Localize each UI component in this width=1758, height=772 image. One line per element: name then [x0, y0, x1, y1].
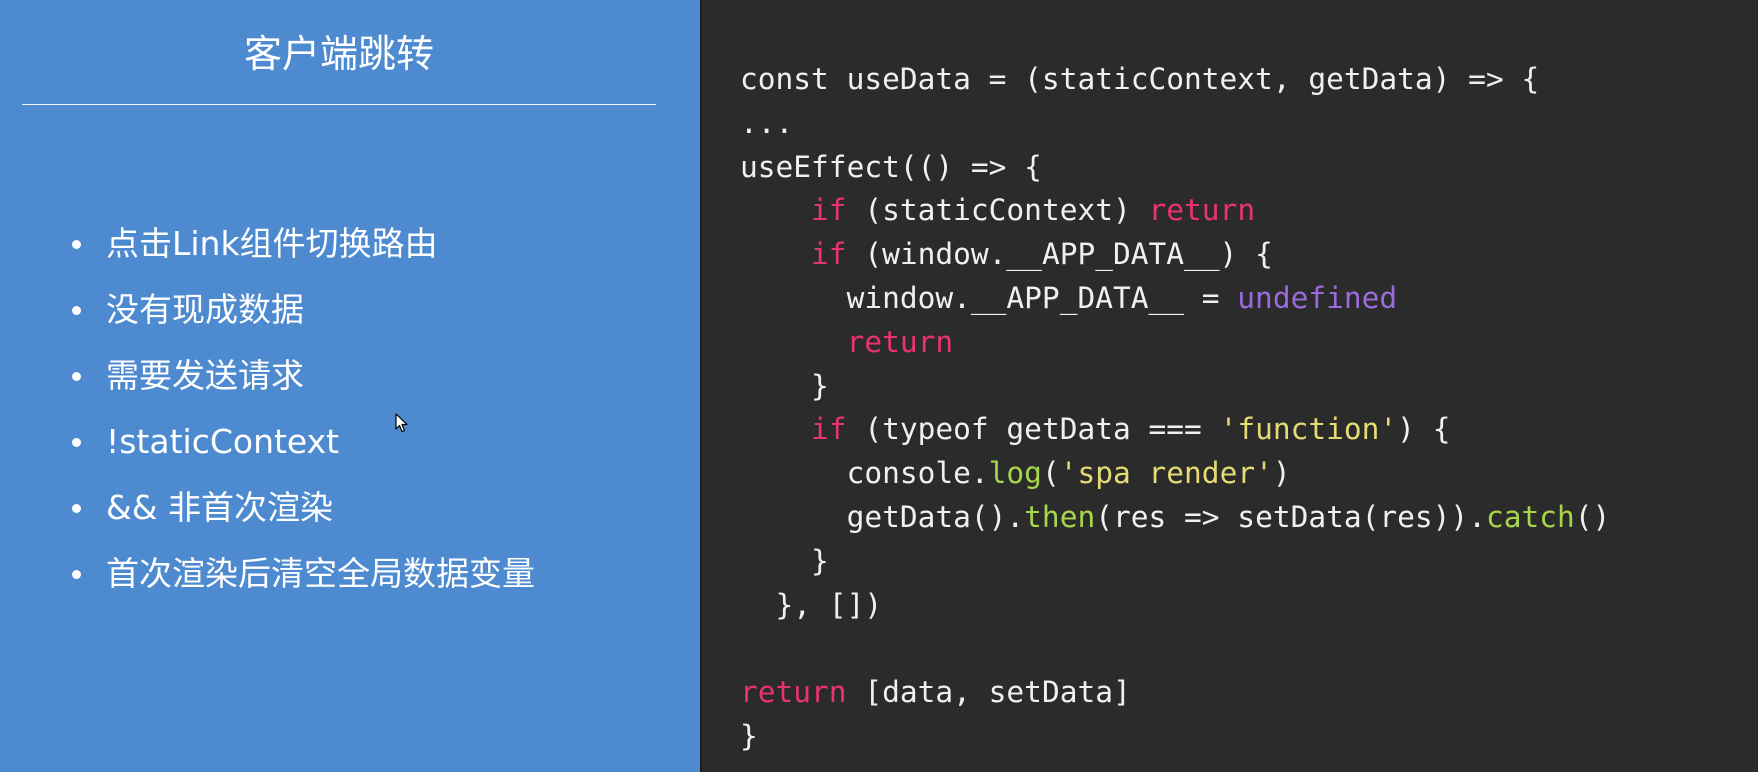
code-line: console.log('spa render')	[740, 452, 1610, 496]
code-token: (typeof getData ===	[846, 412, 1220, 447]
code-token: return	[740, 675, 847, 710]
bullet-item: 点击Link组件切换路由	[70, 220, 535, 286]
bullet-item: !staticContext	[70, 418, 535, 484]
bullet-item: 首次渲染后清空全局数据变量	[70, 550, 535, 616]
code-token: log	[988, 456, 1042, 491]
code-token: window.__APP_DATA__ =	[740, 280, 1238, 315]
code-line: }, [])	[740, 584, 1610, 628]
code-token: const useData = (staticContext, getData)…	[740, 62, 1540, 96]
slide: 客户端跳转 点击Link组件切换路由 没有现成数据 需要发送请求 !staticCon…	[0, 0, 1758, 772]
mouse-pointer-icon	[395, 413, 408, 433]
code-line: window.__APP_DATA__ = undefined	[740, 277, 1610, 321]
bullet-dot-icon	[72, 306, 81, 315]
bullet-text: 需要发送请求	[106, 356, 304, 395]
code-token: undefined	[1237, 280, 1398, 315]
bullet-dot-icon	[72, 438, 81, 447]
code-token: useEffect(() => {	[740, 149, 1042, 184]
code-token: 'function'	[1219, 412, 1398, 447]
code-token: console.	[740, 456, 989, 491]
bullet-dot-icon	[72, 372, 81, 381]
code-line: const useData = (staticContext, getData)…	[740, 58, 1610, 102]
code-token: if	[811, 237, 847, 272]
code-token: ()	[1574, 499, 1611, 534]
code-token: catch	[1485, 499, 1575, 534]
code-line: if (typeof getData === 'function') {	[740, 408, 1610, 452]
code-line: ...	[740, 102, 1610, 146]
code-token: (staticContext)	[846, 193, 1149, 228]
bullet-dot-icon	[72, 504, 81, 513]
code-token: [data, setData]	[846, 675, 1131, 710]
bullet-dot-icon	[72, 570, 81, 579]
code-token: }	[740, 718, 758, 753]
code-panel: const useData = (staticContext, getData)…	[702, 0, 1758, 772]
code-line: getData().then(res => setData(res)).catc…	[740, 496, 1611, 540]
code-token: ) {	[1397, 412, 1451, 447]
code-token: )	[1272, 456, 1291, 491]
bullet-text: && 非首次渲染	[106, 488, 333, 527]
code-token: return	[1148, 193, 1256, 228]
bullet-list: 点击Link组件切换路由 没有现成数据 需要发送请求 !staticContext &&…	[70, 220, 535, 616]
bullet-dot-icon	[72, 240, 81, 249]
code-token: getData().	[740, 499, 1025, 534]
bullet-item: && 非首次渲染	[70, 484, 535, 550]
code-token: }	[740, 543, 829, 578]
code-line: if (staticContext) return	[740, 189, 1610, 233]
code-token: (res => setData(res)).	[1095, 499, 1486, 534]
code-token: if	[811, 193, 847, 228]
bullet-text: !staticContext	[106, 422, 340, 461]
code-line: return [data, setData]	[740, 671, 1610, 715]
code-line: useEffect(() => {	[740, 146, 1610, 190]
code-token: }, [])	[740, 587, 883, 622]
bullet-item: 没有现成数据	[70, 286, 535, 352]
bullet-text: 没有现成数据	[106, 290, 304, 329]
code-token: }	[740, 368, 829, 403]
bullet-text: 首次渲染后清空全局数据变量	[106, 554, 535, 593]
slide-title: 客户端跳转	[243, 32, 434, 76]
code-token: (	[1041, 456, 1060, 491]
code-token: then	[1024, 499, 1096, 534]
code-token: 'spa render'	[1059, 456, 1273, 491]
bullet-item: 需要发送请求	[70, 352, 535, 418]
code-token: return	[846, 324, 954, 359]
code-line: }	[740, 540, 1610, 584]
bullet-text: 点击Link组件切换路由	[106, 224, 438, 263]
code-line: return	[740, 321, 1610, 365]
title-divider	[22, 104, 656, 105]
code-token: (window.__APP_DATA__) {	[846, 237, 1273, 272]
code-block: const useData = (staticContext, getData)…	[740, 58, 1610, 759]
code-line: }	[740, 365, 1610, 409]
code-line: }	[740, 715, 1610, 759]
code-token: ...	[740, 105, 794, 140]
code-line: if (window.__APP_DATA__) {	[740, 233, 1610, 277]
slide-left-panel: 客户端跳转 点击Link组件切换路由 没有现成数据 需要发送请求 !staticCon…	[0, 0, 700, 772]
code-token: if	[811, 412, 847, 447]
